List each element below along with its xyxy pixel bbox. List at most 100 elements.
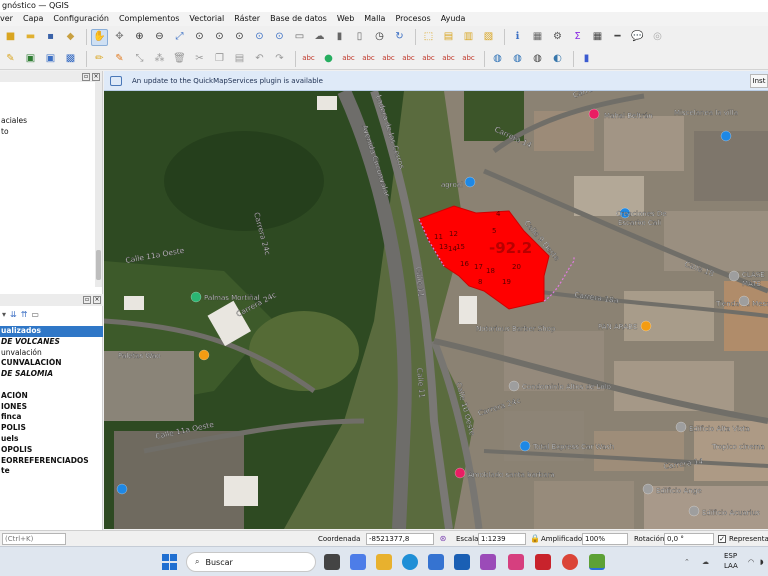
add-polygon-icon[interactable]: ▩ bbox=[62, 50, 79, 67]
deselect-icon[interactable]: ▧ bbox=[480, 29, 497, 46]
close-icon[interactable]: × bbox=[93, 296, 101, 304]
layer-row[interactable] bbox=[0, 380, 103, 391]
windows-start-icon[interactable] bbox=[162, 554, 178, 570]
task-view-icon[interactable] bbox=[324, 554, 340, 570]
chrome-icon[interactable] bbox=[562, 554, 578, 570]
qgis-icon[interactable] bbox=[589, 554, 605, 570]
chevron-up-icon[interactable]: ⌃ bbox=[684, 558, 690, 566]
select-value-icon[interactable]: ▤ bbox=[440, 29, 457, 46]
edit-pencil-icon[interactable]: ▣ bbox=[22, 50, 39, 67]
identify-icon[interactable]: ℹ bbox=[509, 29, 526, 46]
browser-item[interactable]: to bbox=[0, 126, 102, 137]
menu-malla[interactable]: Malla bbox=[359, 12, 390, 26]
taskbar-search[interactable]: ⌕ Buscar bbox=[186, 552, 316, 572]
satellite-map[interactable]: -92.2 4 5 8 11 12 13 14 15 16 17 18 19 2… bbox=[104, 91, 768, 529]
browser-item[interactable]: aciales bbox=[0, 115, 102, 126]
copilot-icon[interactable] bbox=[350, 554, 366, 570]
menu-ver[interactable]: ver bbox=[0, 12, 18, 26]
zoom-full-icon[interactable]: ⤢ bbox=[171, 29, 188, 46]
file-explorer-icon[interactable] bbox=[376, 554, 392, 570]
layer-row[interactable]: OPOLIS bbox=[0, 445, 103, 456]
help-book-icon[interactable]: ▮ bbox=[578, 50, 595, 67]
shop-icon[interactable] bbox=[588, 108, 600, 120]
shop-icon[interactable] bbox=[720, 130, 732, 142]
store-icon[interactable] bbox=[428, 554, 444, 570]
refresh-icon[interactable]: ◷ bbox=[371, 29, 388, 46]
food-icon[interactable] bbox=[198, 349, 210, 361]
delete-selected-icon[interactable]: 🗑 bbox=[171, 50, 188, 67]
layer-row[interactable]: DE VOLCANES bbox=[0, 337, 103, 348]
expand-all-icon[interactable]: ⇊ bbox=[10, 310, 17, 319]
map-canvas[interactable]: -92.2 4 5 8 11 12 13 14 15 16 17 18 19 2… bbox=[104, 91, 768, 529]
install-button[interactable]: Inst bbox=[750, 74, 768, 88]
label-abc-icon[interactable]: abc bbox=[460, 50, 477, 67]
vertex-tool-icon[interactable]: ✎ bbox=[111, 50, 128, 67]
locator-search[interactable]: (Ctrl+K) bbox=[2, 533, 66, 545]
layer-row[interactable]: IONES bbox=[0, 402, 103, 413]
python-icon[interactable]: ◐ bbox=[549, 50, 566, 67]
menu-capa[interactable]: Capa bbox=[18, 12, 48, 26]
move-feature-icon[interactable]: ⤡ bbox=[131, 50, 148, 67]
new-project-icon[interactable]: ■ bbox=[2, 29, 19, 46]
collapse-all-icon[interactable]: ⇈ bbox=[21, 310, 28, 319]
new-map-view-icon[interactable]: ▭ bbox=[291, 29, 308, 46]
deselect-icon[interactable]: ▥ bbox=[460, 29, 477, 46]
processing-gear-icon[interactable]: ⚙ bbox=[549, 29, 566, 46]
menu-vectorial[interactable]: Vectorial bbox=[184, 12, 229, 26]
measure-icon[interactable]: ━ bbox=[609, 29, 626, 46]
edit-pen-icon[interactable]: ✏ bbox=[91, 50, 108, 67]
globe-icon[interactable]: ◍ bbox=[529, 50, 546, 67]
layer-row[interactable]: uels bbox=[0, 434, 103, 445]
scale-combo[interactable]: 1:1239 bbox=[478, 533, 526, 545]
label-abc-icon[interactable]: abc bbox=[440, 50, 457, 67]
copy-icon[interactable]: ❐ bbox=[211, 50, 228, 67]
digitize-icon[interactable]: ✎ bbox=[2, 50, 19, 67]
language-layout[interactable]: LAA bbox=[724, 562, 738, 570]
zoom-out-icon[interactable]: ⊖ bbox=[151, 29, 168, 46]
zoom-layer-icon[interactable]: ⊙ bbox=[211, 29, 228, 46]
pinterest-icon[interactable] bbox=[535, 554, 551, 570]
shop-icon[interactable] bbox=[464, 176, 476, 188]
pan-hand-icon[interactable]: ✋ bbox=[91, 28, 108, 46]
mail-icon[interactable] bbox=[454, 554, 470, 570]
vertex-tool-icon[interactable]: ⁂ bbox=[151, 50, 168, 67]
language-indicator[interactable]: ESP bbox=[724, 552, 737, 560]
temporal-icon[interactable]: ▮ bbox=[331, 29, 348, 46]
zoom-native-icon[interactable]: ⊙ bbox=[231, 29, 248, 46]
magnifier-spinbox[interactable]: 100% bbox=[582, 533, 628, 545]
layer-row[interactable]: finca bbox=[0, 412, 103, 423]
park-icon[interactable] bbox=[190, 291, 202, 303]
new-3d-view-icon[interactable]: ☁ bbox=[311, 29, 328, 46]
menu-raster[interactable]: Ráster bbox=[229, 12, 265, 26]
zoom-next-icon[interactable]: ⊙ bbox=[271, 29, 288, 46]
pan-to-selection-icon[interactable]: ✥ bbox=[111, 29, 128, 46]
close-icon[interactable]: × bbox=[92, 72, 100, 81]
label-abc-icon[interactable]: abc bbox=[400, 50, 417, 67]
coordinate-field[interactable]: -8521377,8 383446,4 bbox=[366, 533, 434, 553]
cut-icon[interactable]: ✂ bbox=[191, 50, 208, 67]
shop-icon[interactable] bbox=[728, 270, 740, 282]
cloud-icon[interactable]: ☁ bbox=[702, 558, 709, 566]
label-abc-icon[interactable]: abc bbox=[380, 50, 397, 67]
layer-row[interactable]: ualizados bbox=[0, 326, 103, 337]
building-icon[interactable] bbox=[642, 483, 654, 495]
filter-icon[interactable]: ▾ bbox=[2, 310, 6, 319]
label-color-icon[interactable]: ● bbox=[320, 50, 337, 67]
menu-complementos[interactable]: Complementos bbox=[114, 12, 184, 26]
building-icon[interactable] bbox=[508, 380, 520, 392]
globe-icon[interactable]: ◍ bbox=[509, 50, 526, 67]
save-icon[interactable]: ▪ bbox=[42, 29, 59, 46]
browser-scrollbar[interactable] bbox=[95, 82, 102, 287]
lock-icon[interactable]: 🔒 bbox=[530, 534, 540, 544]
field-calculator-icon[interactable]: ▦ bbox=[529, 29, 546, 46]
building-icon[interactable] bbox=[675, 421, 687, 433]
style-manager-icon[interactable]: ◆ bbox=[62, 29, 79, 46]
annotation-icon[interactable]: 💬 bbox=[629, 29, 646, 46]
label-abc-icon[interactable]: abc bbox=[300, 50, 317, 67]
save-edits-icon[interactable]: ▣ bbox=[42, 50, 59, 67]
volume-icon[interactable]: ◗ bbox=[760, 558, 764, 566]
layer-row[interactable]: POLIS bbox=[0, 423, 103, 434]
food-icon[interactable] bbox=[640, 320, 652, 332]
zoom-selection-icon[interactable]: ⊙ bbox=[191, 29, 208, 46]
label-abc-icon[interactable]: abc bbox=[340, 50, 357, 67]
